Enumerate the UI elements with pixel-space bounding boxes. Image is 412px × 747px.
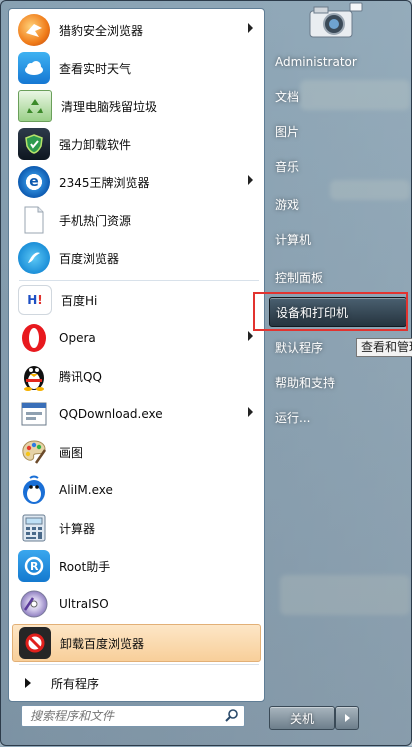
submenu-arrow-icon (248, 331, 253, 341)
submenu-arrow-icon (248, 23, 253, 33)
right-item-label: 计算机 (275, 232, 312, 247)
program-label: 手机热门资源 (59, 213, 132, 228)
right-item-games[interactable]: 游戏 (269, 189, 407, 219)
browser-2345-icon: e (18, 166, 50, 198)
search-box[interactable] (21, 705, 245, 727)
right-item-label: 音乐 (275, 159, 300, 174)
calculator-icon (18, 512, 50, 544)
program-label: 2345王牌浏览器 (59, 175, 150, 190)
program-label: AliIM.exe (59, 483, 113, 497)
right-item-help-support[interactable]: 帮助和支持 (269, 367, 407, 397)
right-item-computer[interactable]: 计算机 (269, 224, 407, 254)
separator (19, 280, 259, 281)
program-item-uninstall-baidu[interactable]: 卸载百度浏览器 (12, 624, 261, 662)
program-item-calculator[interactable]: 计算器 (12, 510, 261, 546)
shutdown-label: 关机 (289, 711, 314, 726)
program-item-root-assistant[interactable]: R Root助手 (12, 548, 261, 584)
right-item-control-panel[interactable]: 控制面板 (269, 262, 407, 292)
search-area (8, 701, 263, 741)
submenu-arrow-icon (248, 175, 253, 185)
right-item-label: 运行... (275, 410, 311, 425)
all-programs-button[interactable]: 所有程序 (12, 669, 261, 697)
program-label: 百度Hi (61, 293, 98, 308)
program-item-mobile-resources[interactable]: 手机热门资源 (12, 202, 261, 238)
program-label: 腾讯QQ (59, 369, 102, 384)
right-item-label: 文档 (275, 89, 300, 104)
ultraiso-disc-icon (18, 588, 50, 620)
right-item-music[interactable]: 音乐 (269, 151, 407, 181)
submenu-arrow-icon (248, 407, 253, 417)
recycle-icon (18, 90, 52, 122)
program-label: 卸载百度浏览器 (60, 636, 145, 651)
program-label: QQDownload.exe (59, 407, 163, 421)
program-label: Opera (59, 331, 96, 345)
places-pane: Administrator 文档 图片 音乐 游戏 计算机 控制面板 设备和打印… (265, 1, 412, 747)
right-item-label: 默认程序 (275, 340, 324, 355)
qqdownload-icon (18, 398, 50, 430)
search-icon[interactable] (225, 708, 239, 722)
program-item-2345-browser[interactable]: e 2345王牌浏览器 (12, 164, 261, 200)
program-label: UltraISO (59, 597, 109, 611)
weather-icon (18, 52, 50, 84)
program-item-cleanup[interactable]: 清理电脑残留垃圾 (12, 88, 261, 124)
document-icon (18, 204, 50, 236)
program-label: 画图 (59, 445, 84, 460)
right-item-label: 帮助和支持 (275, 375, 336, 390)
cheetah-browser-icon (18, 14, 50, 46)
opera-icon (18, 322, 50, 354)
programs-pane: 猎豹安全浏览器 查看实时天气 清理电脑残留垃圾 强力卸载软件 e 2345王牌浏… (8, 8, 265, 702)
all-programs-label: 所有程序 (51, 676, 100, 691)
program-item-cheetah-browser[interactable]: 猎豹安全浏览器 (12, 12, 261, 48)
user-administrator[interactable]: Administrator (269, 47, 407, 77)
right-item-label: Administrator (275, 55, 357, 69)
program-item-qq[interactable]: 腾讯QQ (12, 358, 261, 394)
highlight-box (253, 292, 408, 331)
program-item-uninstaller[interactable]: 强力卸载软件 (12, 126, 261, 162)
shutdown-button[interactable]: 关机 (269, 706, 335, 730)
separator (19, 664, 259, 665)
tooltip: 查看和管理 (356, 338, 412, 357)
program-label: 计算器 (59, 521, 96, 536)
arrow-right-icon (344, 714, 350, 722)
program-item-ultraiso[interactable]: UltraISO (12, 586, 261, 622)
program-item-opera[interactable]: Opera (12, 320, 261, 356)
program-item-paint[interactable]: 画图 (12, 434, 261, 470)
right-item-pictures[interactable]: 图片 (269, 116, 407, 146)
right-item-label: 图片 (275, 124, 300, 139)
right-item-run[interactable]: 运行... (269, 402, 407, 432)
program-item-baidu-browser[interactable]: 百度浏览器 (12, 240, 261, 276)
program-label: 查看实时天气 (59, 61, 132, 76)
program-label: Root助手 (59, 559, 111, 574)
shutdown-options-button[interactable] (335, 706, 359, 730)
program-item-qqdownload[interactable]: QQDownload.exe (12, 396, 261, 432)
expand-arrow-icon (25, 678, 31, 688)
right-item-label: 控制面板 (275, 270, 324, 285)
baidu-browser-icon (18, 242, 50, 274)
program-label: 清理电脑残留垃圾 (61, 99, 158, 114)
program-label: 百度浏览器 (59, 251, 120, 266)
right-item-label: 游戏 (275, 197, 300, 212)
program-label: 猎豹安全浏览器 (59, 23, 144, 38)
qq-penguin-icon (18, 360, 50, 392)
aliim-icon (18, 474, 50, 506)
start-menu: 猎豹安全浏览器 查看实时天气 清理电脑残留垃圾 强力卸载软件 e 2345王牌浏… (0, 0, 412, 746)
right-item-documents[interactable]: 文档 (269, 81, 407, 111)
program-item-aliim[interactable]: AliIM.exe (12, 472, 261, 508)
paint-palette-icon (18, 436, 50, 468)
uninstall-shield-icon (18, 128, 50, 160)
svg-text:R: R (30, 560, 39, 573)
program-item-baidu-hi[interactable]: H! 百度Hi (12, 282, 261, 318)
baidu-hi-icon: H! (18, 285, 52, 315)
uninstall-baidu-icon (19, 627, 51, 659)
search-input[interactable] (28, 708, 222, 724)
program-label: 强力卸载软件 (59, 137, 132, 152)
root-assistant-icon: R (18, 550, 50, 582)
program-item-weather[interactable]: 查看实时天气 (12, 50, 261, 86)
